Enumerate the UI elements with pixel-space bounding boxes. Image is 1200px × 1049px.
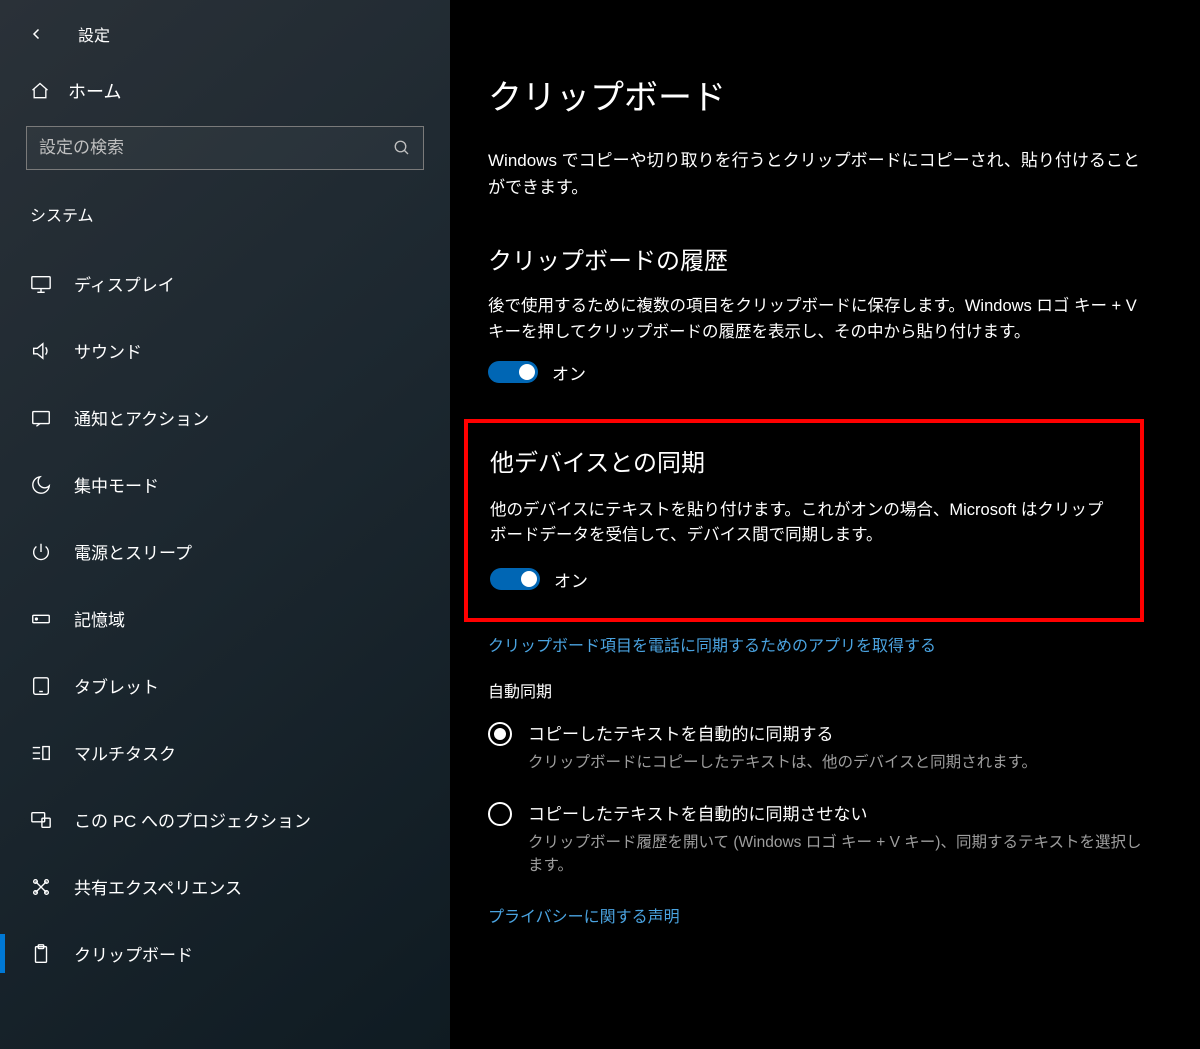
search-box[interactable] [26,126,424,170]
sidebar-item-label: この PC へのプロジェクション [74,807,311,832]
sidebar-item-notifications[interactable]: 通知とアクション [0,384,450,451]
page-intro: Windows でコピーや切り取りを行うとクリップボードにコピーされ、貼り付ける… [488,147,1144,201]
radio-button-icon[interactable] [488,802,512,826]
sidebar-item-label: ディスプレイ [74,271,175,296]
sidebar: 設定 ホーム システム ディスプレイ サウンド 通知とアクション 集中モード 電… [0,0,450,1049]
privacy-link[interactable]: プライバシーに関する声明 [488,903,1144,927]
display-icon [30,273,52,295]
focus-icon [30,474,52,496]
sidebar-item-label: タブレット [74,673,159,698]
sidebar-item-label: 共有エクスペリエンス [74,874,242,899]
app-title: 設定 [78,22,110,46]
sidebar-item-shared-experience[interactable]: 共有エクスペリエンス [0,853,450,920]
auto-sync-radio-group: コピーしたテキストを自動的に同期する クリップボードにコピーしたテキストは、他の… [488,720,1144,878]
history-desc: 後で使用するために複数の項目をクリップボードに保存します。Windows ロゴ … [488,294,1144,345]
sidebar-item-projection[interactable]: この PC へのプロジェクション [0,786,450,853]
radio-auto-sync-off[interactable]: コピーしたテキストを自動的に同期させない クリップボード履歴を開いて (Wind… [488,800,1144,878]
tablet-icon [30,675,52,697]
multitask-icon [30,742,52,764]
home-icon [30,81,50,101]
radio-auto-sync-on[interactable]: コピーしたテキストを自動的に同期する クリップボードにコピーしたテキストは、他の… [488,720,1144,774]
sidebar-item-clipboard[interactable]: クリップボード [0,920,450,987]
radio-desc: クリップボードにコピーしたテキストは、他のデバイスと同期されます。 [528,751,1037,774]
sidebar-item-storage[interactable]: 記憶域 [0,585,450,652]
history-title: クリップボードの履歴 [488,241,1144,276]
home-label: ホーム [68,78,121,104]
history-toggle-label: オン [552,360,586,385]
sound-icon [30,340,52,362]
history-toggle[interactable] [488,361,538,383]
sync-toggle[interactable] [490,568,540,590]
sidebar-nav: ディスプレイ サウンド 通知とアクション 集中モード 電源とスリープ 記憶域 タ… [0,250,450,987]
arrow-left-icon [28,25,46,43]
titlebar: 設定 [0,10,450,60]
sync-highlight-box: 他デバイスとの同期 他のデバイスにテキストを貼り付けます。これがオンの場合、Mi… [464,419,1144,622]
sidebar-item-display[interactable]: ディスプレイ [0,250,450,317]
history-toggle-row: オン [488,360,1144,385]
sync-toggle-row: オン [490,567,1116,592]
sidebar-item-sound[interactable]: サウンド [0,317,450,384]
storage-icon [30,608,52,630]
sync-toggle-label: オン [554,567,588,592]
power-icon [30,541,52,563]
sidebar-item-power[interactable]: 電源とスリープ [0,518,450,585]
sidebar-item-label: 集中モード [74,472,159,497]
sidebar-item-tablet[interactable]: タブレット [0,652,450,719]
shared-experience-icon [30,876,52,898]
sync-desc: 他のデバイスにテキストを貼り付けます。これがオンの場合、Microsoft はク… [490,498,1116,549]
sidebar-item-home[interactable]: ホーム [0,60,450,126]
radio-label: コピーしたテキストを自動的に同期させない [528,800,1144,825]
notification-icon [30,407,52,429]
search-input[interactable] [39,138,393,158]
radio-desc: クリップボード履歴を開いて (Windows ロゴ キー + V キー)、同期す… [528,831,1144,878]
radio-button-icon[interactable] [488,722,512,746]
back-button[interactable] [26,23,48,45]
projection-icon [30,809,52,831]
clipboard-icon [30,943,52,965]
content-area: クリップボード Windows でコピーや切り取りを行うとクリップボードにコピー… [450,0,1200,1049]
sidebar-item-multitask[interactable]: マルチタスク [0,719,450,786]
sidebar-item-label: クリップボード [74,941,193,966]
sidebar-item-label: 記憶域 [74,606,125,631]
sidebar-item-label: マルチタスク [74,740,176,765]
auto-sync-heading: 自動同期 [488,678,1144,702]
category-label: システム [0,192,450,250]
sidebar-item-label: サウンド [74,338,142,363]
sidebar-item-focus[interactable]: 集中モード [0,451,450,518]
search-icon [393,139,411,157]
page-title: クリップボード [488,70,1144,119]
sidebar-item-label: 電源とスリープ [74,539,192,564]
sync-title: 他デバイスとの同期 [490,443,1116,478]
sync-phone-link[interactable]: クリップボード項目を電話に同期するためのアプリを取得する [488,632,1144,656]
radio-label: コピーしたテキストを自動的に同期する [528,720,1037,745]
sidebar-item-label: 通知とアクション [74,405,209,430]
